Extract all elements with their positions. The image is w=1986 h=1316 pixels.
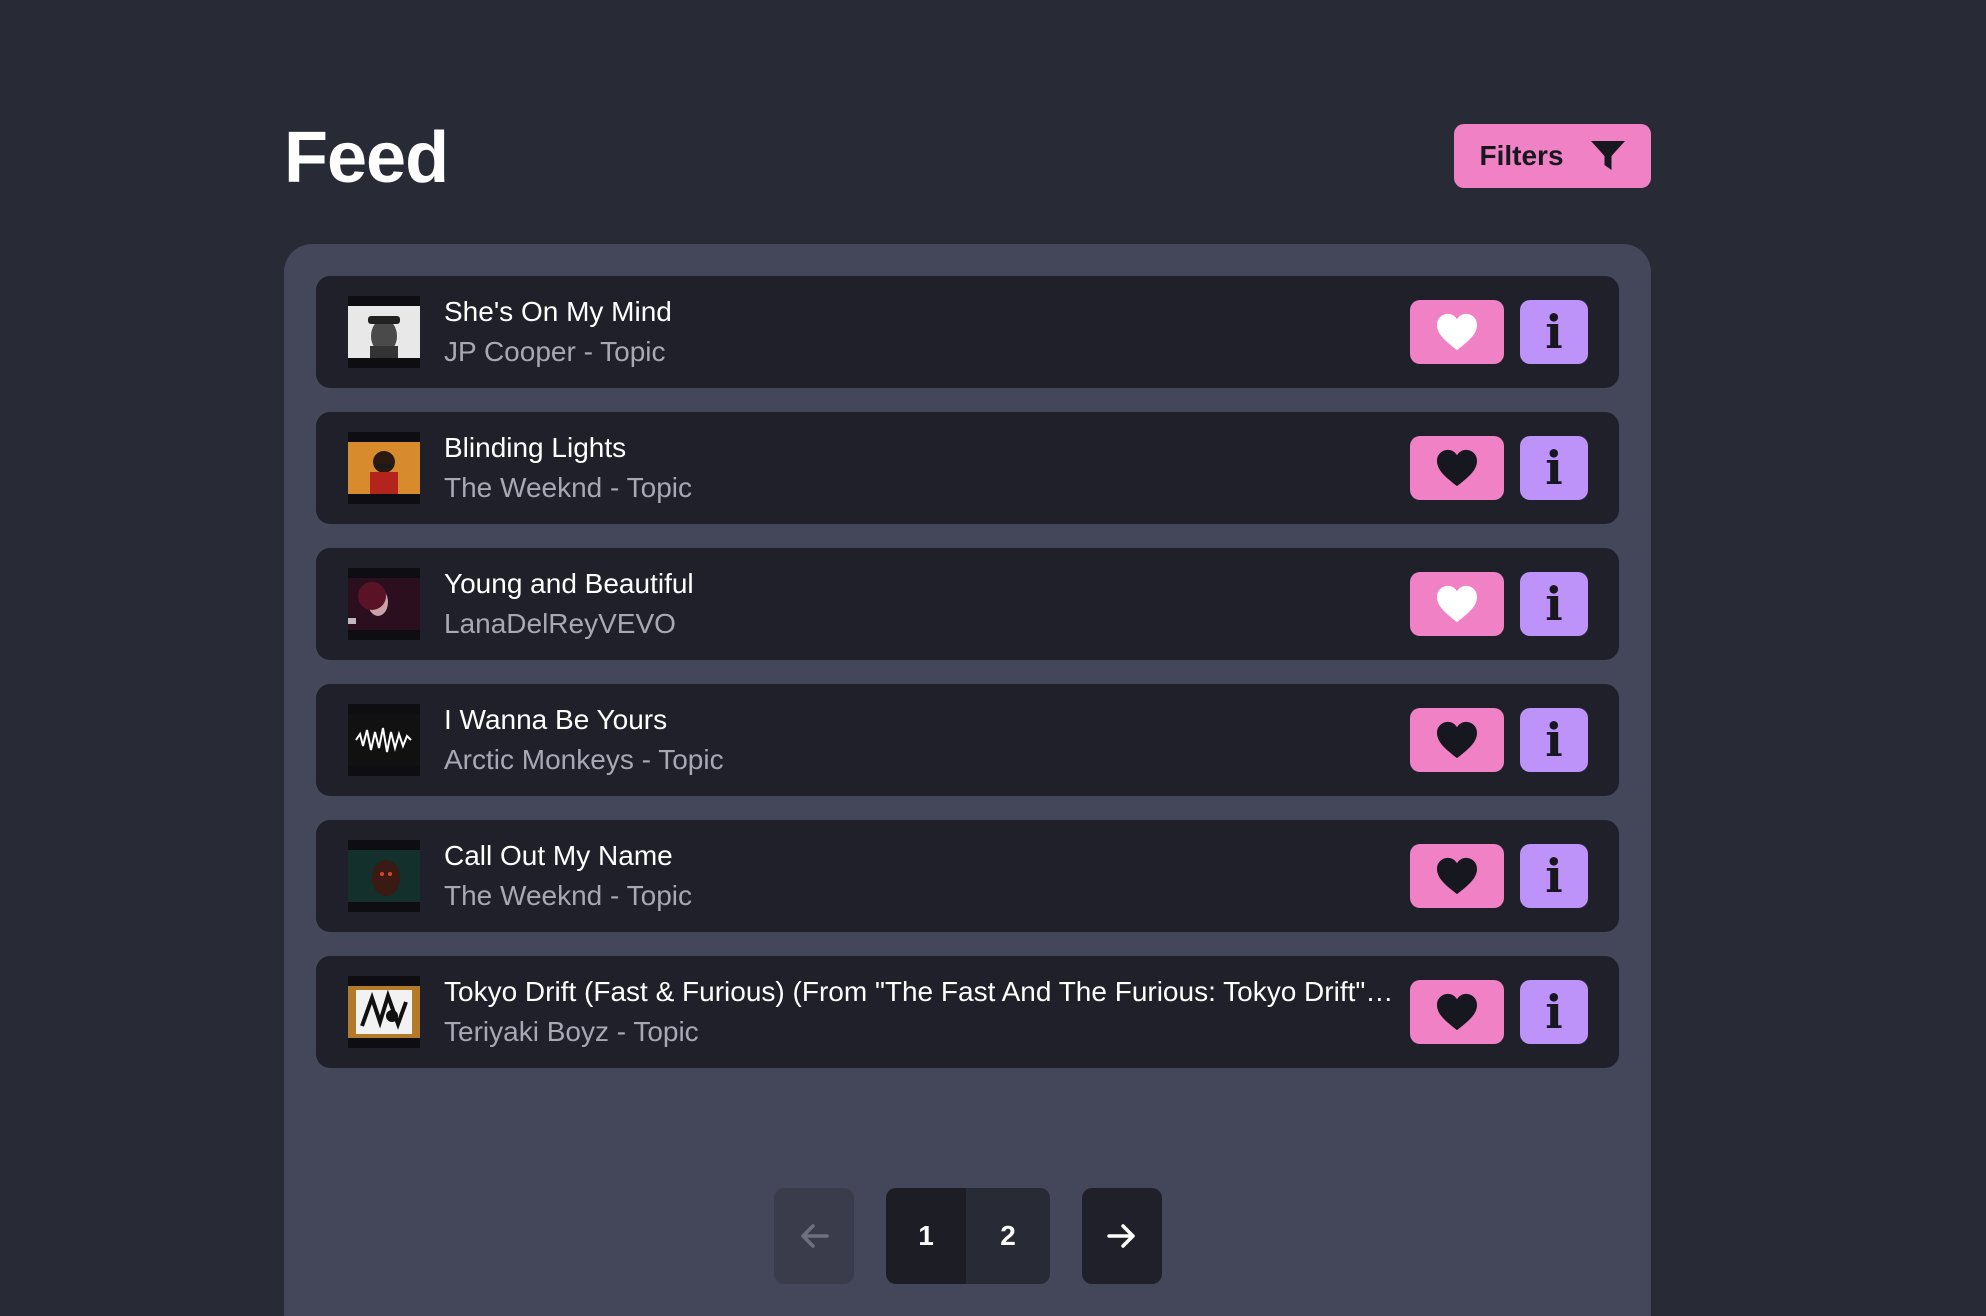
song-list: She's On My Mind JP Cooper - Topic i Bli… bbox=[316, 276, 1619, 1092]
song-row[interactable]: Young and Beautiful LanaDelReyVEVO i bbox=[316, 548, 1619, 660]
info-icon: i bbox=[1545, 985, 1563, 1039]
page-number-group: 1 2 bbox=[886, 1188, 1050, 1284]
next-page-button[interactable] bbox=[1082, 1188, 1162, 1284]
song-row[interactable]: I Wanna Be Yours Arctic Monkeys - Topic … bbox=[316, 684, 1619, 796]
like-button[interactable] bbox=[1410, 844, 1504, 908]
filters-button[interactable]: Filters bbox=[1454, 124, 1651, 188]
page-title: Feed bbox=[284, 118, 449, 198]
info-icon: i bbox=[1545, 441, 1563, 495]
song-title: Blinding Lights bbox=[444, 432, 627, 463]
song-artist: The Weeknd - Topic bbox=[444, 472, 692, 503]
like-button[interactable] bbox=[1410, 980, 1504, 1044]
song-artist: The Weeknd - Topic bbox=[444, 880, 692, 911]
album-art-thumbnail bbox=[348, 432, 420, 504]
arrow-right-icon bbox=[1107, 1224, 1135, 1248]
song-title: Tokyo Drift (Fast & Furious) (From "The … bbox=[444, 976, 1394, 1007]
song-row[interactable]: Tokyo Drift (Fast & Furious) (From "The … bbox=[316, 956, 1619, 1068]
like-button[interactable] bbox=[1410, 436, 1504, 500]
page-1-button[interactable]: 1 bbox=[886, 1188, 966, 1284]
song-row[interactable]: She's On My Mind JP Cooper - Topic i bbox=[316, 276, 1619, 388]
heart-icon bbox=[1437, 721, 1477, 759]
page: Feed Filters She's On My Mind JP Cooper … bbox=[0, 0, 1986, 1316]
info-icon: i bbox=[1545, 305, 1563, 359]
funnel-icon bbox=[1590, 141, 1625, 170]
pagination: 1 2 bbox=[774, 1188, 1174, 1284]
info-button[interactable]: i bbox=[1520, 844, 1588, 908]
song-artist: Arctic Monkeys - Topic bbox=[444, 744, 724, 775]
info-button[interactable]: i bbox=[1520, 300, 1588, 364]
info-icon: i bbox=[1545, 849, 1563, 903]
song-title: I Wanna Be Yours bbox=[444, 704, 668, 735]
like-button[interactable] bbox=[1410, 572, 1504, 636]
info-button[interactable]: i bbox=[1520, 980, 1588, 1044]
album-art-thumbnail bbox=[348, 568, 420, 640]
feed-panel: She's On My Mind JP Cooper - Topic i Bli… bbox=[284, 244, 1651, 1316]
info-button[interactable]: i bbox=[1520, 572, 1588, 636]
previous-page-button[interactable] bbox=[774, 1188, 854, 1284]
info-icon: i bbox=[1545, 713, 1563, 767]
song-title: Call Out My Name bbox=[444, 840, 673, 871]
album-art-thumbnail bbox=[348, 840, 420, 912]
song-row[interactable]: Blinding Lights The Weeknd - Topic i bbox=[316, 412, 1619, 524]
album-art-thumbnail bbox=[348, 704, 420, 776]
song-artist: Teriyaki Boyz - Topic bbox=[444, 1016, 699, 1047]
song-title: Young and Beautiful bbox=[444, 568, 694, 599]
album-art-thumbnail bbox=[348, 296, 420, 368]
arrow-left-icon bbox=[801, 1224, 829, 1248]
album-art-thumbnail bbox=[348, 976, 420, 1048]
like-button[interactable] bbox=[1410, 708, 1504, 772]
song-artist: LanaDelReyVEVO bbox=[444, 608, 676, 639]
header: Feed Filters bbox=[284, 118, 1651, 198]
filters-label: Filters bbox=[1479, 140, 1564, 171]
info-button[interactable]: i bbox=[1520, 708, 1588, 772]
page-2-button[interactable]: 2 bbox=[966, 1188, 1050, 1284]
song-row[interactable]: Call Out My Name The Weeknd - Topic i bbox=[316, 820, 1619, 932]
heart-icon bbox=[1437, 449, 1477, 487]
info-button[interactable]: i bbox=[1520, 436, 1588, 500]
heart-icon bbox=[1437, 585, 1477, 623]
song-title: She's On My Mind bbox=[444, 296, 672, 327]
song-artist: JP Cooper - Topic bbox=[444, 336, 666, 367]
heart-icon bbox=[1437, 993, 1477, 1031]
info-icon: i bbox=[1545, 577, 1563, 631]
heart-icon bbox=[1437, 857, 1477, 895]
like-button[interactable] bbox=[1410, 300, 1504, 364]
heart-icon bbox=[1437, 313, 1477, 351]
